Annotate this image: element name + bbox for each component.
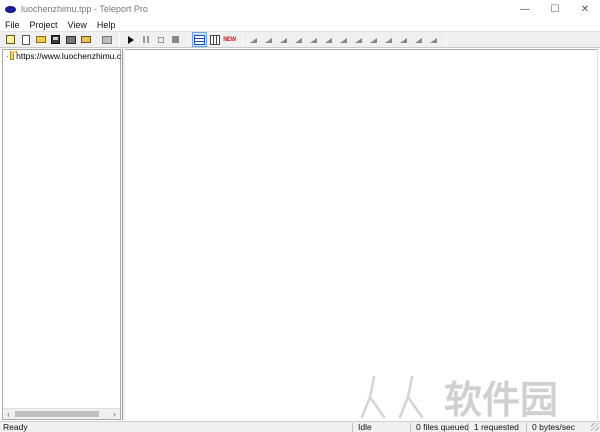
status-requested: 1 requested [474, 422, 519, 432]
close-button[interactable]: ✕ [570, 0, 600, 18]
resize-grip[interactable] [591, 423, 599, 431]
signal-button-1[interactable] [247, 33, 260, 46]
pause-button[interactable] [139, 33, 152, 46]
wizard-button[interactable] [4, 33, 17, 46]
signal-button-7[interactable] [337, 33, 350, 46]
stop-button[interactable] [169, 33, 182, 46]
new-icon [21, 34, 30, 45]
tree-item-label: https://www.luochenzhimu.c [16, 51, 121, 61]
file-list-pane[interactable] [125, 49, 598, 420]
signal-icon [249, 37, 258, 43]
new-files-button[interactable]: NEW [223, 33, 236, 46]
signal-icon [324, 37, 333, 43]
toolbar: NEW [0, 31, 600, 48]
signal-icon [429, 37, 438, 43]
signal-button-6[interactable] [322, 33, 335, 46]
signal-icon [264, 37, 273, 43]
folder-icon [10, 51, 17, 60]
status-rate: 0 bytes/sec [532, 422, 575, 432]
list-view-icon [194, 34, 205, 45]
signal-button-10[interactable] [382, 33, 395, 46]
properties-button[interactable] [64, 33, 77, 46]
status-ready: Ready [3, 422, 28, 432]
toolbar-separator [119, 33, 120, 46]
signal-button-11[interactable] [397, 33, 410, 46]
browse-icon [101, 35, 112, 44]
stop-gray-button[interactable] [154, 33, 167, 46]
maximize-button[interactable]: ☐ [540, 0, 570, 18]
menu-bar: File Project View Help [0, 18, 600, 31]
status-divider [526, 423, 527, 432]
signal-icon [384, 37, 393, 43]
stop-gray-icon [157, 36, 164, 43]
signal-icon [294, 37, 303, 43]
scroll-thumb[interactable] [15, 411, 99, 417]
menu-view[interactable]: View [63, 20, 92, 30]
tree-connector [7, 55, 9, 57]
play-icon [127, 35, 134, 44]
toolbar-separator [242, 33, 243, 46]
signal-button-2[interactable] [262, 33, 275, 46]
toolbar-separator [446, 33, 447, 46]
folder-icon [80, 36, 91, 43]
status-activity: Idle [358, 422, 372, 432]
watermark-text-glyphs: 软件园 [444, 378, 558, 421]
signal-button-4[interactable] [292, 33, 305, 46]
status-divider [352, 423, 353, 432]
menu-file[interactable]: File [0, 20, 25, 30]
minimize-button[interactable]: — [510, 0, 540, 18]
signal-button-5[interactable] [307, 33, 320, 46]
window-title: luochenzhimu.tpp - Teleport Pro [21, 4, 148, 14]
scroll-right-icon[interactable]: › [109, 409, 120, 419]
toolbar-separator [188, 33, 189, 46]
horizontal-scrollbar[interactable]: ‹ › [3, 408, 120, 419]
tree-pane[interactable]: https://www.luochenzhimu.c ‹ › [2, 49, 121, 420]
signal-icon [279, 37, 288, 43]
scroll-left-icon[interactable]: ‹ [3, 409, 14, 419]
signal-icon [369, 37, 378, 43]
save-icon [51, 35, 60, 44]
list-view-button[interactable] [192, 32, 207, 47]
status-bar: Ready Idle 0 files queued 1 requested 0 … [0, 421, 600, 432]
signal-button-9[interactable] [367, 33, 380, 46]
app-icon [5, 5, 16, 13]
open-icon [35, 36, 46, 43]
signal-button-12[interactable] [412, 33, 425, 46]
folder-button[interactable] [79, 33, 92, 46]
signal-icon [414, 37, 423, 43]
signal-icon [339, 37, 348, 43]
signal-icon [354, 37, 363, 43]
save-button[interactable] [49, 33, 62, 46]
pause-icon [142, 36, 149, 43]
stop-icon [172, 36, 179, 43]
properties-icon [65, 35, 76, 44]
new-files-icon: NEW [223, 36, 236, 43]
start-button[interactable] [124, 33, 137, 46]
signal-icon [399, 37, 408, 43]
menu-help[interactable]: Help [92, 20, 121, 30]
status-divider [468, 423, 469, 432]
open-button[interactable] [34, 33, 47, 46]
signal-button-3[interactable] [277, 33, 290, 46]
new-button[interactable] [19, 33, 32, 46]
wizard-icon [6, 35, 15, 44]
status-divider [410, 423, 411, 432]
title-bar: luochenzhimu.tpp - Teleport Pro — ☐ ✕ [0, 0, 600, 18]
signal-button-8[interactable] [352, 33, 365, 46]
status-queued: 0 files queued [416, 422, 469, 432]
browse-button[interactable] [100, 33, 113, 46]
watermark-logo: 软件园 [360, 375, 558, 421]
window-controls: — ☐ ✕ [510, 0, 600, 18]
menu-project[interactable]: Project [25, 20, 63, 30]
signal-icon [309, 37, 318, 43]
tree-item-root[interactable]: https://www.luochenzhimu.c [7, 51, 121, 61]
signal-button-13[interactable] [427, 33, 440, 46]
details-view-button[interactable] [208, 33, 221, 46]
details-view-icon [209, 34, 220, 45]
